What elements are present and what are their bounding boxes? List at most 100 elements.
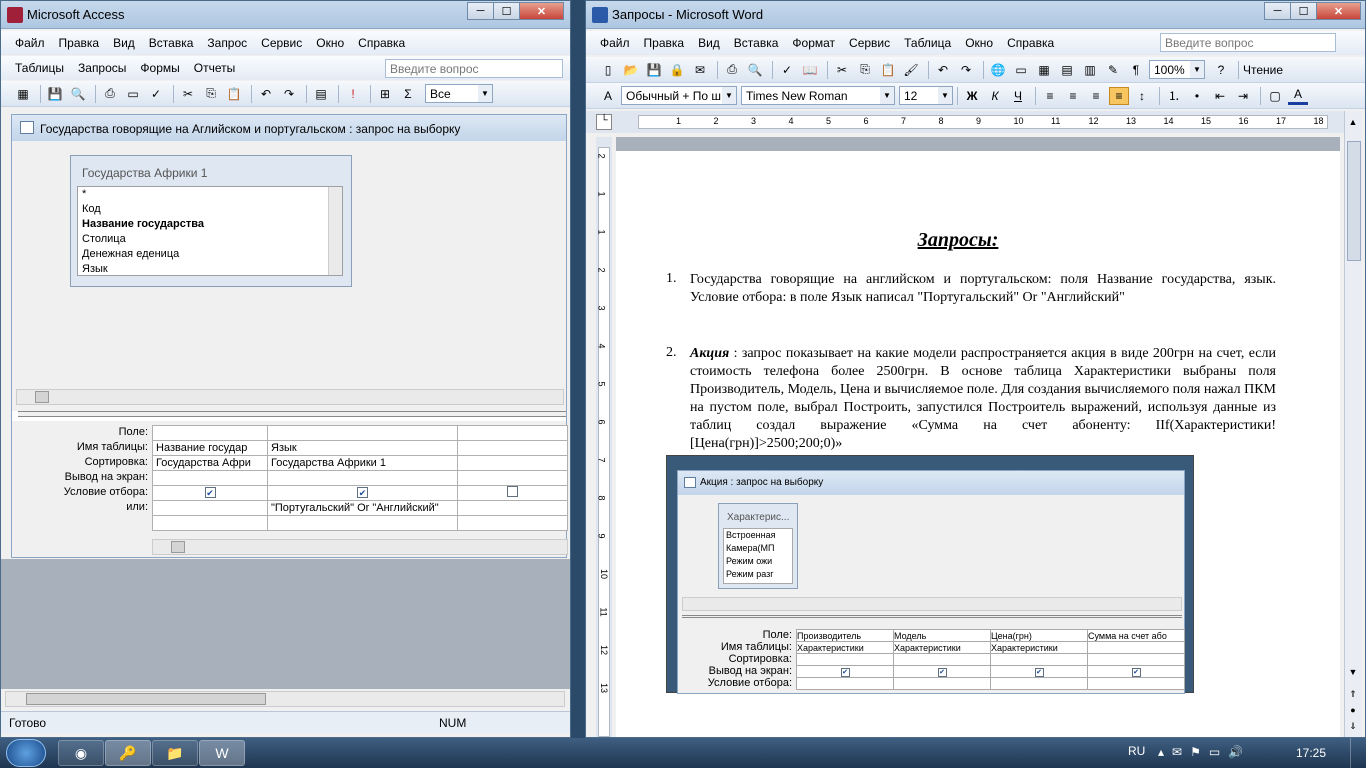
access-titlebar[interactable]: Microsoft Access ─ ☐ ✕ [1, 1, 570, 29]
grid-cell-table[interactable]: Государства Афри [152, 455, 268, 471]
align-right-icon[interactable]: ≡ [1086, 87, 1106, 105]
preview-icon[interactable]: 🔍 [745, 61, 765, 79]
chrome-taskbar-icon[interactable]: ◉ [58, 740, 104, 766]
menu-help[interactable]: Справка [358, 36, 405, 50]
show-checkbox[interactable]: ✔ [204, 487, 216, 498]
permission-icon[interactable]: 🔒 [667, 61, 687, 79]
undo-icon[interactable]: ↶ [256, 85, 276, 103]
pane-splitter[interactable] [18, 411, 566, 417]
preview-icon[interactable]: ▭ [123, 85, 143, 103]
minimize-button[interactable]: ─ [1264, 2, 1291, 20]
menu-insert[interactable]: Вставка [149, 36, 194, 50]
access-taskbar-icon[interactable]: 🔑 [105, 740, 151, 766]
grid-cell-field[interactable]: Язык [267, 440, 458, 456]
menu-tools[interactable]: Сервис [849, 36, 890, 50]
query-titlebar[interactable]: Государства говорящие на Аглийском и пор… [12, 115, 566, 141]
access-ask-input[interactable]: Введите вопрос [385, 59, 563, 78]
minimize-button[interactable]: ─ [467, 2, 494, 20]
align-center-icon[interactable]: ≡ [1063, 87, 1083, 105]
undo-icon[interactable]: ↶ [933, 61, 953, 79]
word-taskbar-icon[interactable]: W [199, 740, 245, 766]
show-table-icon[interactable]: ⊞ [375, 85, 395, 103]
word-titlebar[interactable]: Запросы - Microsoft Word ─ ☐ ✕ [586, 1, 1365, 29]
menu-file[interactable]: Файл [15, 36, 45, 50]
new-icon[interactable]: ▯ [598, 61, 618, 79]
borders-icon[interactable]: ▢ [1265, 87, 1285, 105]
increase-indent-icon[interactable]: ⇥ [1233, 87, 1253, 105]
insert-table-icon[interactable]: ▦ [1034, 61, 1054, 79]
search-icon[interactable]: 🔍 [68, 85, 88, 103]
cut-icon[interactable]: ✂ [832, 61, 852, 79]
table-box[interactable]: Государства Африки 1 * Код Название госу… [70, 155, 352, 287]
hyperlink-icon[interactable]: 🌐 [988, 61, 1008, 79]
view-icon[interactable]: ▦ [13, 85, 33, 103]
help-icon[interactable]: ? [1211, 61, 1231, 79]
italic-icon[interactable]: К [985, 87, 1005, 105]
menu-file[interactable]: Файл [600, 36, 630, 50]
menu-view[interactable]: Вид [113, 36, 135, 50]
insert-excel-icon[interactable]: ▤ [1057, 61, 1077, 79]
align-left-icon[interactable]: ≡ [1040, 87, 1060, 105]
font-select[interactable]: Times New Roman ▼ [741, 86, 895, 105]
explorer-taskbar-icon[interactable]: 📁 [152, 740, 198, 766]
menu-edit[interactable]: Правка [59, 36, 100, 50]
underline-icon[interactable]: Ч [1008, 87, 1028, 105]
field-item[interactable]: Язык [82, 262, 342, 277]
browse-object-icon[interactable]: ● [1347, 705, 1359, 719]
vertical-ruler[interactable]: 2 1 1 2 3 4 5 6 7 8 9 10 11 12 13 [596, 137, 612, 737]
font-color-icon[interactable]: A [1288, 87, 1308, 105]
grid-cell-criteria[interactable] [152, 500, 268, 516]
research-icon[interactable]: 📖 [800, 61, 820, 79]
show-checkbox[interactable] [507, 486, 518, 497]
spell-icon[interactable]: ✓ [777, 61, 797, 79]
grid-cell-sort[interactable] [267, 470, 458, 486]
menu-format[interactable]: Формат [792, 36, 835, 50]
language-indicator[interactable]: RU [1128, 744, 1145, 758]
start-button[interactable] [6, 739, 46, 767]
next-page-icon[interactable]: ⇓ [1347, 721, 1359, 735]
maximize-button[interactable]: ☐ [493, 2, 520, 20]
field-item[interactable]: Денежная еденица [82, 247, 342, 262]
menu-table[interactable]: Таблица [904, 36, 951, 50]
prev-page-icon[interactable]: ⇑ [1347, 689, 1359, 703]
word-ask-input[interactable]: Введите вопрос [1160, 33, 1336, 52]
menu-insert[interactable]: Вставка [734, 36, 779, 50]
email-icon[interactable]: ✉ [690, 61, 710, 79]
zoom-select[interactable]: 100% ▼ [1149, 60, 1205, 79]
format-painter-icon[interactable]: 🖌 [901, 61, 921, 79]
tables-borders-icon[interactable]: ▭ [1011, 61, 1031, 79]
reading-button[interactable]: Чтение [1243, 63, 1283, 77]
horizontal-ruler[interactable]: └ 1 2 3 4 5 6 7 8 9 10 11 12 13 14 15 16 17 18 [586, 111, 1346, 133]
copy-icon[interactable]: ⎘ [855, 61, 875, 79]
bullets-icon[interactable]: • [1187, 87, 1207, 105]
numbering-icon[interactable]: ⒈ [1164, 87, 1184, 105]
print-icon[interactable]: ⎙ [722, 61, 742, 79]
scroll-thumb[interactable] [1347, 141, 1361, 261]
menu-window[interactable]: Окно [965, 36, 993, 50]
grid-cell-or[interactable] [152, 515, 268, 531]
totals-icon[interactable]: Σ [398, 85, 418, 103]
redo-icon[interactable]: ↷ [279, 85, 299, 103]
top-values-select[interactable]: Все ▼ [425, 84, 493, 103]
menu-queries[interactable]: Запросы [78, 61, 126, 75]
line-spacing-icon[interactable]: ↕ [1132, 87, 1152, 105]
decrease-indent-icon[interactable]: ⇤ [1210, 87, 1230, 105]
menu-help[interactable]: Справка [1007, 36, 1054, 50]
show-checkbox[interactable]: ✔ [357, 487, 368, 498]
field-item[interactable]: Название государства [82, 217, 342, 232]
show-desktop-button[interactable] [1350, 738, 1366, 768]
run-icon[interactable]: ! [343, 85, 363, 103]
grid-cell-criteria[interactable] [457, 500, 568, 516]
bold-icon[interactable]: Ж [962, 87, 982, 105]
grid-cell-sort[interactable] [152, 470, 268, 486]
menu-window[interactable]: Окно [316, 36, 344, 50]
menu-forms[interactable]: Формы [140, 61, 179, 75]
grid-cell-criteria[interactable]: "Португальский" Or "Английский" [267, 500, 458, 516]
save-icon[interactable]: 💾 [644, 61, 664, 79]
field-list-scrollbar[interactable] [328, 187, 342, 275]
grid-cell-or[interactable] [457, 515, 568, 531]
table-pane-hscroll[interactable] [16, 389, 564, 405]
columns-icon[interactable]: ▥ [1080, 61, 1100, 79]
redo-icon[interactable]: ↷ [956, 61, 976, 79]
field-item[interactable]: Столица [82, 232, 342, 247]
